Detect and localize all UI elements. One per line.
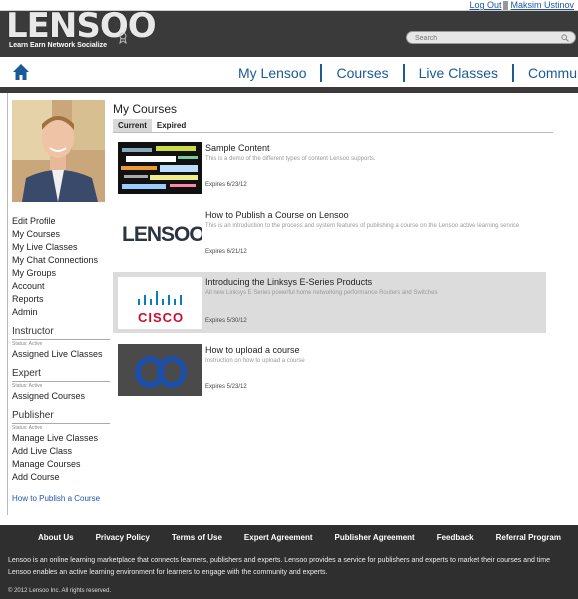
tab-expired[interactable]: Expired bbox=[152, 119, 191, 132]
sidebar-item-admin[interactable]: Admin bbox=[12, 306, 110, 319]
tab-divider bbox=[113, 132, 553, 133]
main-panel: My Courses Current Expired bbox=[113, 102, 553, 133]
sidebar-item-manage-courses[interactable]: Manage Courses bbox=[12, 458, 110, 471]
sidebar-item-add-course[interactable]: Add Course bbox=[12, 471, 110, 484]
course-expiry: Expires 6/23/12 bbox=[205, 182, 247, 188]
sidebar-item-assigned-courses[interactable]: Assigned Courses bbox=[12, 390, 110, 403]
sidebar-item-add-live-class[interactable]: Add Live Class bbox=[12, 445, 110, 458]
nav-separator bbox=[402, 64, 405, 82]
user-name-link[interactable]: Maksim Ustinov bbox=[508, 0, 576, 10]
expert-status: Status: Active bbox=[12, 383, 43, 389]
search-box[interactable] bbox=[406, 31, 576, 44]
footer-description-line-2: Lensoo enables an active learning enviro… bbox=[8, 569, 328, 576]
search-input[interactable] bbox=[407, 33, 555, 44]
account-links: Log Out Maksim Ustinov bbox=[467, 0, 576, 11]
sidebar-item-manage-live-classes[interactable]: Manage Live Classes bbox=[12, 432, 110, 445]
course-tabs: Current Expired bbox=[113, 119, 553, 132]
footer-link-about-us[interactable]: About Us bbox=[38, 533, 74, 542]
sidebar-item-assigned-live-classes[interactable]: Assigned Live Classes bbox=[12, 348, 110, 361]
course-item[interactable]: CISCO Introducing the Linksys E-Series P… bbox=[113, 272, 546, 333]
sidebar-section-publisher: Publisher bbox=[12, 409, 110, 424]
footer: About Us Privacy Policy Terms of Use Exp… bbox=[0, 525, 578, 599]
infinity-icon bbox=[118, 344, 202, 396]
nav-community[interactable]: Community bbox=[528, 65, 578, 81]
course-thumbnail-lensoo[interactable]: LENSOO bbox=[118, 209, 202, 261]
course-expiry: Expires 5/30/12 bbox=[205, 318, 247, 324]
course-description: This is an introduction to the process a… bbox=[205, 223, 520, 229]
sidebar-item-my-chat-connections[interactable]: My Chat Connections bbox=[12, 254, 110, 267]
sidebar-item-edit-profile[interactable]: Edit Profile bbox=[12, 215, 110, 228]
course-item[interactable]: Sample Content This is a demo of the dif… bbox=[113, 138, 546, 196]
course-title[interactable]: How to upload a course bbox=[205, 345, 300, 355]
sidebar-item-reports[interactable]: Reports bbox=[12, 293, 110, 306]
copyright: © 2012 Lensoo Inc. All rights reserved. bbox=[8, 588, 112, 594]
footer-link-referral-program[interactable]: Referral Program bbox=[496, 533, 561, 542]
course-expiry: Expires 5/23/12 bbox=[205, 384, 247, 390]
footer-link-feedback[interactable]: Feedback bbox=[437, 533, 474, 542]
footer-link-expert-agreement[interactable]: Expert Agreement bbox=[244, 533, 313, 542]
footer-description-line-1: Lensoo is an online learning marketplace… bbox=[8, 557, 551, 564]
main-nav: My Lensoo Courses Live Classes Community bbox=[0, 57, 578, 93]
logout-link[interactable]: Log Out bbox=[467, 0, 503, 10]
course-thumbnail-word-cloud[interactable] bbox=[118, 142, 202, 194]
nav-live-classes[interactable]: Live Classes bbox=[419, 65, 498, 81]
course-expiry: Expires 6/21/12 bbox=[205, 249, 247, 255]
avatar[interactable] bbox=[12, 100, 105, 202]
footer-link-privacy-policy[interactable]: Privacy Policy bbox=[96, 533, 150, 542]
tab-current[interactable]: Current bbox=[113, 119, 152, 132]
sidebar-item-my-courses[interactable]: My Courses bbox=[12, 228, 110, 241]
nav-courses[interactable]: Courses bbox=[336, 65, 388, 81]
course-title[interactable]: How to Publish a Course on Lensoo bbox=[205, 210, 349, 220]
sidebar-item-account[interactable]: Account bbox=[12, 280, 110, 293]
sidebar-section-expert: Expert bbox=[12, 367, 110, 382]
sidebar-item-my-groups[interactable]: My Groups bbox=[12, 267, 110, 280]
course-thumbnail-cisco[interactable]: CISCO bbox=[118, 277, 202, 329]
site-tagline: Learn Earn Network Socialize bbox=[9, 42, 108, 49]
sidebar-section-instructor: Instructor bbox=[12, 325, 110, 340]
course-title[interactable]: Sample Content bbox=[205, 143, 270, 153]
sidebar: Edit Profile My Courses My Live Classes … bbox=[12, 215, 110, 503]
home-icon[interactable] bbox=[12, 63, 30, 81]
course-item[interactable]: How to upload a course Instruction on ho… bbox=[113, 340, 546, 398]
course-description: Instruction on how to upload a course bbox=[205, 358, 305, 364]
nav-my-lensoo[interactable]: My Lensoo bbox=[238, 65, 306, 81]
course-thumbnail-infinity[interactable] bbox=[118, 344, 202, 396]
cisco-logo-text: CISCO bbox=[138, 310, 185, 325]
course-description: All new Linksys E Series powerful home n… bbox=[205, 290, 438, 296]
publisher-status: Status: Active bbox=[12, 425, 43, 431]
course-title[interactable]: Introducing the Linksys E-Series Product… bbox=[205, 277, 372, 287]
page-title: My Courses bbox=[113, 102, 178, 116]
footer-link-terms-of-use[interactable]: Terms of Use bbox=[172, 533, 222, 542]
ribbon-icon bbox=[119, 32, 127, 44]
nav-separator bbox=[320, 64, 323, 82]
course-description: This is a demo of the different types of… bbox=[205, 156, 376, 162]
how-to-publish-link[interactable]: How to Publish a Course bbox=[12, 494, 110, 503]
footer-description: Lensoo is an online learning marketplace… bbox=[8, 555, 578, 579]
lensoo-thumb-logo: LENSOO bbox=[122, 223, 202, 246]
footer-links: About Us Privacy Policy Terms of Use Exp… bbox=[38, 533, 578, 542]
search-icon[interactable] bbox=[561, 34, 569, 42]
nav-separator bbox=[512, 64, 514, 82]
site-logo[interactable]: LENSOO bbox=[6, 8, 157, 44]
footer-link-publisher-agreement[interactable]: Publisher Agreement bbox=[335, 533, 415, 542]
instructor-status: Status: Active bbox=[12, 341, 43, 347]
course-item[interactable]: LENSOO How to Publish a Course on Lensoo… bbox=[113, 205, 546, 263]
sidebar-item-my-live-classes[interactable]: My Live Classes bbox=[12, 241, 110, 254]
